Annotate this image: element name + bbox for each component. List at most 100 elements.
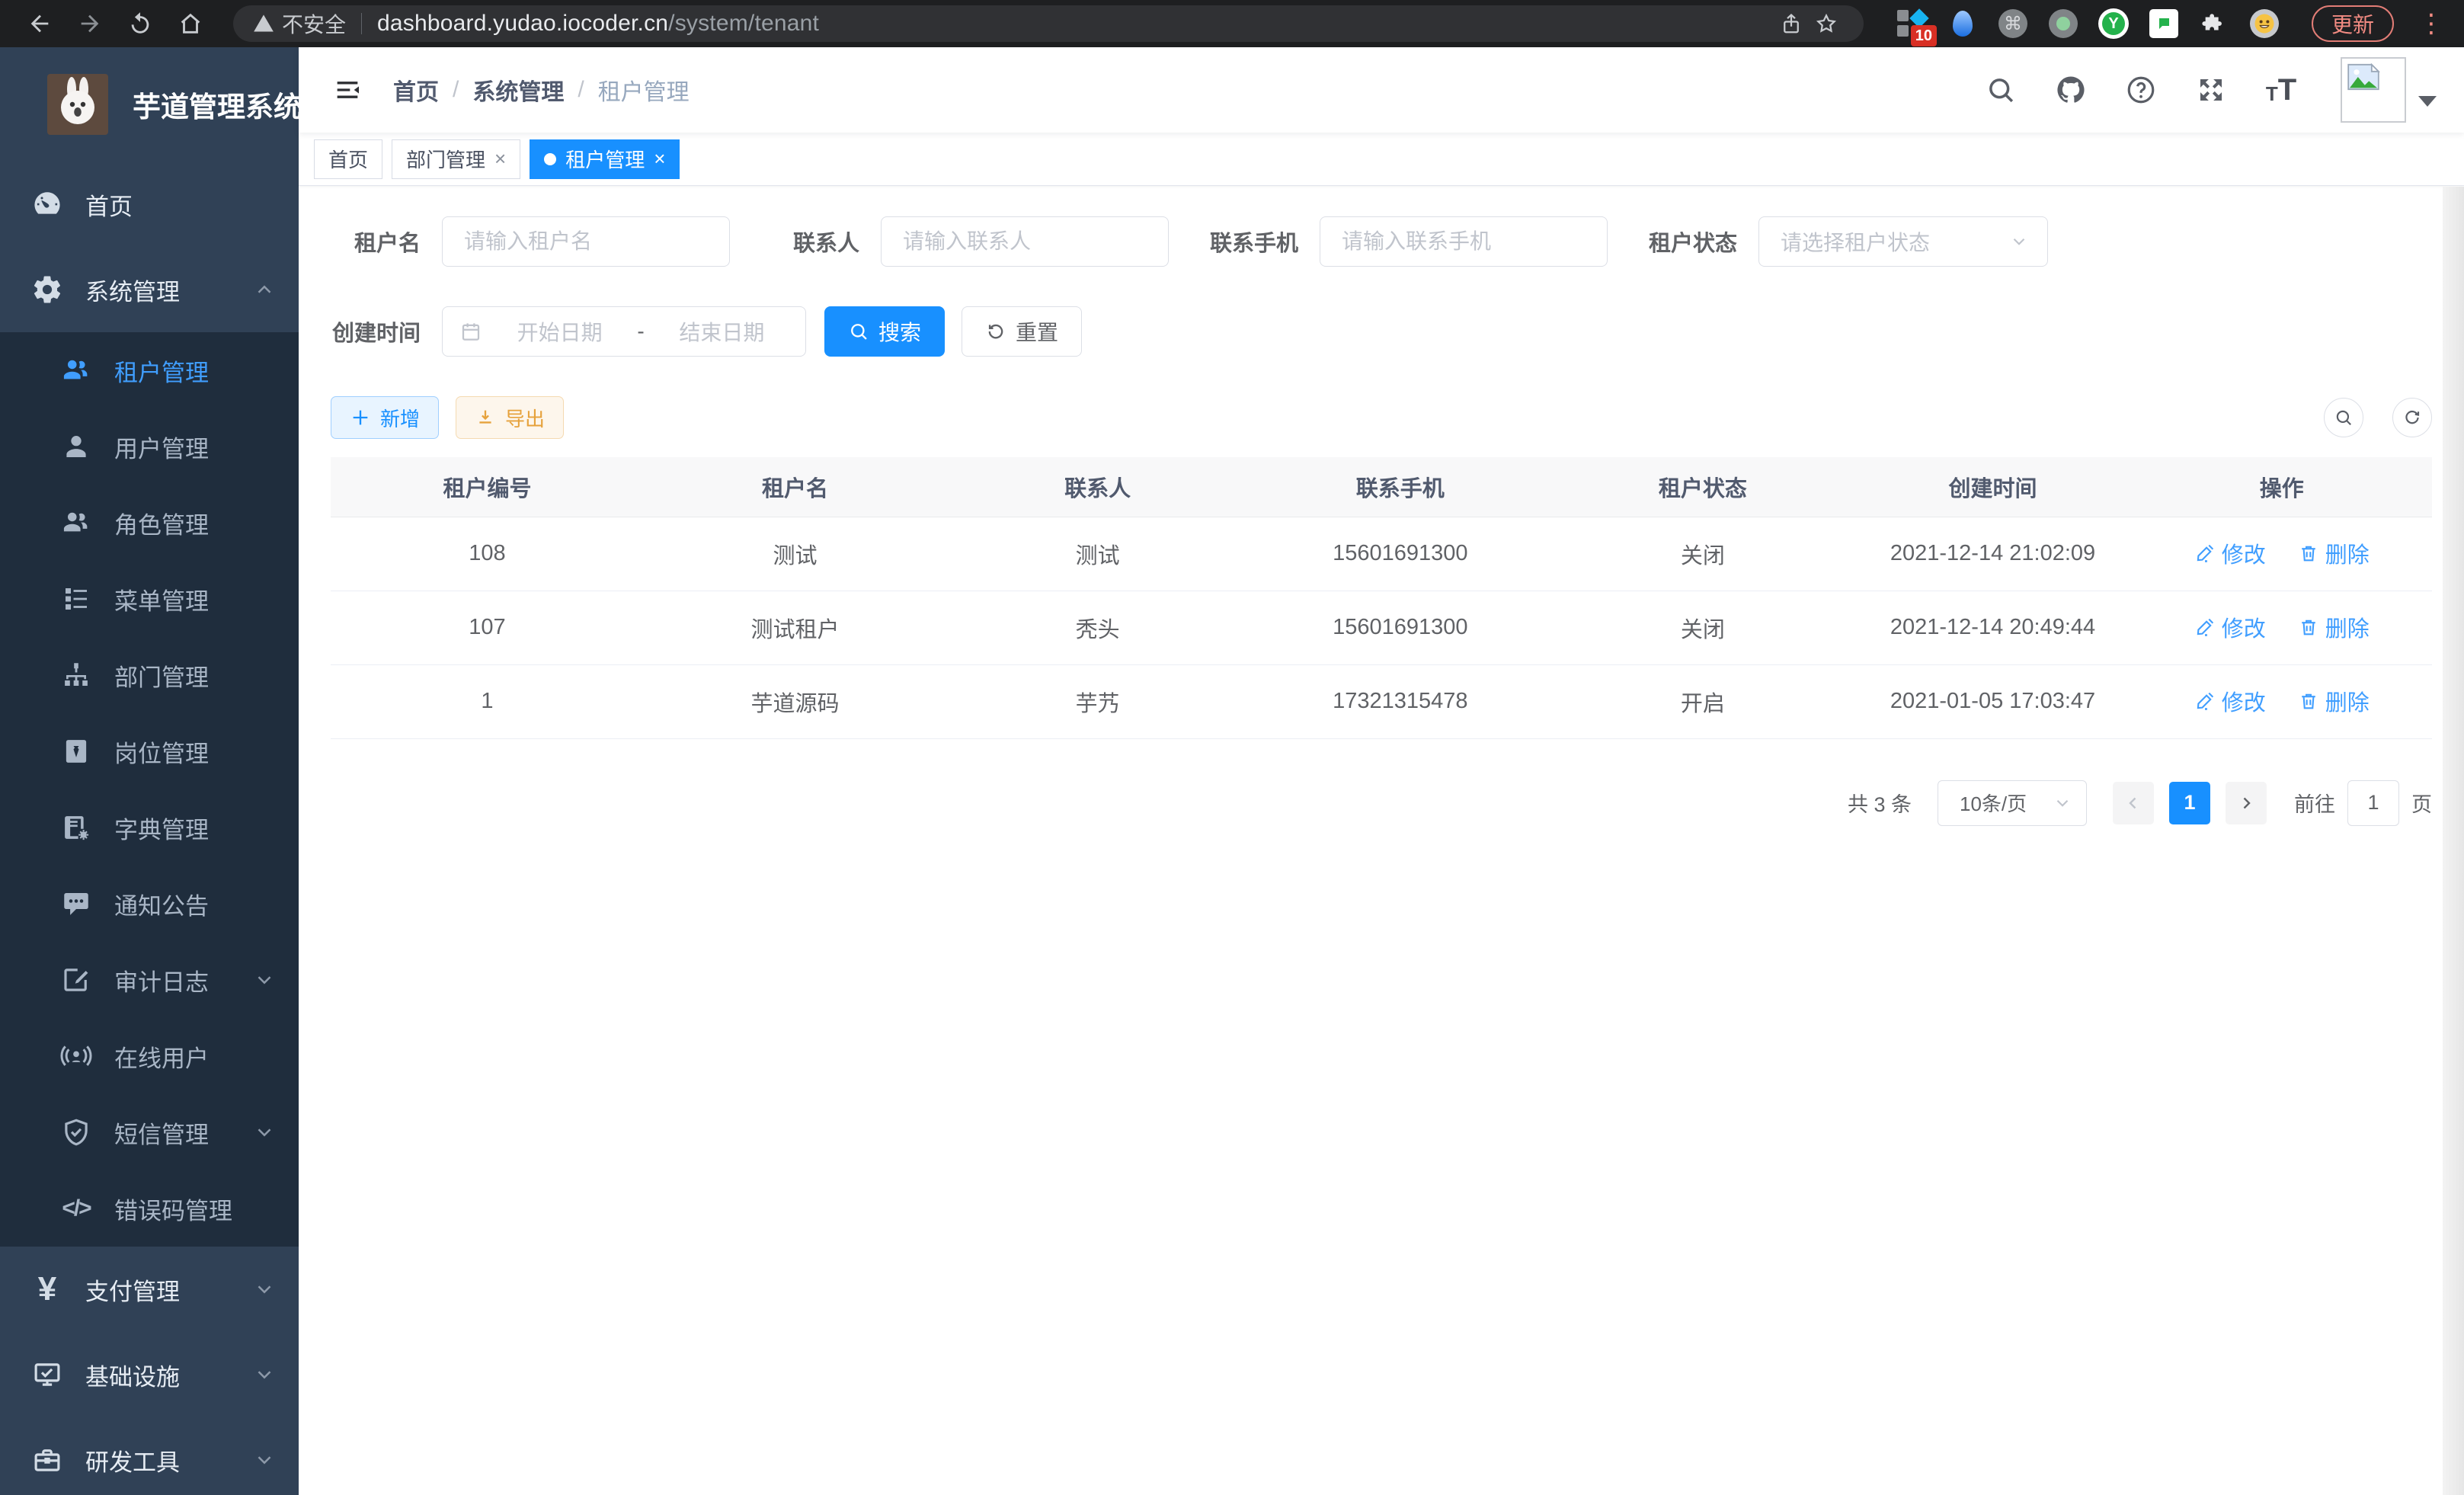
prev-page-button[interactable] <box>2113 782 2154 824</box>
export-button[interactable]: 导出 <box>456 396 564 439</box>
close-icon[interactable]: × <box>494 147 506 171</box>
sidebar-item-home[interactable]: 首页 <box>0 162 299 247</box>
extension-yudao-icon[interactable]: Y <box>2098 8 2129 39</box>
sidebar-item-dict[interactable]: 字典管理 <box>0 789 299 866</box>
refresh-table-button[interactable] <box>2392 398 2432 437</box>
bookmark-star-icon[interactable] <box>1809 6 1844 41</box>
address-bar[interactable]: 不安全 dashboard.yudao.iocoder.cn/system/te… <box>233 5 1864 42</box>
goto-label: 前往 <box>2294 788 2335 818</box>
browser-update-button[interactable]: 更新 <box>2312 5 2394 42</box>
edit-link[interactable]: 修改 <box>2194 537 2266 569</box>
browser-back-icon[interactable] <box>20 4 59 43</box>
contact-label: 联系人 <box>770 226 859 258</box>
sidebar-item-devtools[interactable]: 研发工具 <box>0 1417 299 1495</box>
sidebar-item-tenant[interactable]: 租户管理 <box>0 332 299 408</box>
trash-icon <box>2298 543 2319 564</box>
tag-tenant[interactable]: 租户管理× <box>530 139 680 179</box>
tenant-name-label: 租户名 <box>331 226 421 258</box>
font-size-icon[interactable]: TT <box>2263 72 2299 108</box>
sidebar-item-dept[interactable]: 部门管理 <box>0 637 299 713</box>
delete-link[interactable]: 删除 <box>2298 537 2370 569</box>
table-header-row: 租户编号 租户名 联系人 联系手机 租户状态 创建时间 操作 <box>331 457 2432 517</box>
chevron-down-icon <box>253 1121 276 1144</box>
header-search-icon[interactable] <box>1982 72 2019 108</box>
sidebar-toggle-icon[interactable] <box>326 69 369 111</box>
share-icon[interactable] <box>1774 6 1809 41</box>
system-submenu: 租户管理 用户管理 角色管理 菜单管理 部门管理 岗位管理 <box>0 332 299 1247</box>
edit-link[interactable]: 修改 <box>2194 611 2266 643</box>
add-button[interactable]: 新增 <box>331 396 439 439</box>
extension-grid-icon[interactable]: 10 <box>1897 8 1928 39</box>
tenant-name-input[interactable] <box>442 216 730 267</box>
sidebar-item-pay[interactable]: ¥ 支付管理 <box>0 1247 299 1332</box>
extension-puzzle-icon[interactable] <box>2199 8 2229 39</box>
status-value: 开启 <box>1551 664 1854 738</box>
tag-home[interactable]: 首页 <box>314 139 382 179</box>
sidebar-item-notice[interactable]: 通知公告 <box>0 866 299 942</box>
edit-icon <box>2194 616 2216 638</box>
scrollbar-track[interactable] <box>2443 187 2464 1495</box>
sidebar-item-error-code[interactable]: </> 错误码管理 <box>0 1170 299 1247</box>
goto-page-input[interactable] <box>2347 780 2399 826</box>
help-icon[interactable] <box>2123 72 2159 108</box>
table-row: 108 测试 测试 15601691300 关闭 2021-12-14 21:0… <box>331 517 2432 591</box>
extension-balloon-icon[interactable] <box>1947 8 1978 39</box>
sidebar-item-user[interactable]: 用户管理 <box>0 408 299 485</box>
extension-green-dot-icon[interactable] <box>2048 8 2078 39</box>
monitor-icon <box>29 1356 66 1393</box>
sidebar-item-sms[interactable]: 短信管理 <box>0 1094 299 1170</box>
page-size-select[interactable]: 10条/页 <box>1938 780 2087 826</box>
sidebar-item-audit-log[interactable]: 审计日志 <box>0 942 299 1018</box>
browser-menu-icon[interactable]: ⋮ <box>2418 8 2444 39</box>
page-number-1[interactable]: 1 <box>2169 782 2210 824</box>
breadcrumb-system[interactable]: 系统管理 <box>472 73 564 107</box>
sidebar-item-online-user[interactable]: 在线用户 <box>0 1018 299 1094</box>
extension-command-icon[interactable]: ⌘ <box>1998 8 2028 39</box>
edit-link[interactable]: 修改 <box>2194 685 2266 717</box>
browser-forward-icon[interactable] <box>70 4 110 43</box>
contact-input[interactable] <box>881 216 1169 267</box>
sidebar-item-system[interactable]: 系统管理 <box>0 247 299 332</box>
sidebar-item-post[interactable]: 岗位管理 <box>0 713 299 789</box>
end-date-placeholder: 结束日期 <box>655 316 789 347</box>
sidebar-item-menu[interactable]: 菜单管理 <box>0 561 299 637</box>
toolbox-icon <box>29 1442 66 1478</box>
edit-icon <box>2194 690 2216 712</box>
github-icon[interactable] <box>2053 72 2089 108</box>
toggle-search-button[interactable] <box>2324 398 2363 437</box>
start-date-placeholder: 开始日期 <box>493 316 626 347</box>
user-avatar-dropdown[interactable] <box>2341 57 2437 123</box>
search-icon <box>848 321 869 342</box>
table-row: 107 测试租户 秃头 15601691300 关闭 2021-12-14 20… <box>331 591 2432 664</box>
sidebar-item-infra[interactable]: 基础设施 <box>0 1332 299 1417</box>
download-icon <box>475 407 496 428</box>
sidebar-logo[interactable]: 芋道管理系统 <box>0 47 299 162</box>
mobile-input[interactable] <box>1320 216 1608 267</box>
not-secure-warning[interactable]: 不安全 <box>253 8 346 39</box>
filter-mobile: 联系手机 <box>1208 216 1608 267</box>
close-icon[interactable]: × <box>654 147 665 171</box>
next-page-button[interactable] <box>2226 782 2267 824</box>
reset-button[interactable]: 重置 <box>962 306 1082 357</box>
extension-emoji-icon[interactable] <box>2249 8 2280 39</box>
breadcrumb-home[interactable]: 首页 <box>393 73 439 107</box>
tag-dept[interactable]: 部门管理× <box>392 139 520 179</box>
breadcrumb: 首页 / 系统管理 / 租户管理 <box>393 73 690 107</box>
sidebar-item-role[interactable]: 角色管理 <box>0 485 299 561</box>
page-url[interactable]: dashboard.yudao.iocoder.cn/system/tenant <box>377 11 819 37</box>
refresh-icon <box>2402 408 2422 427</box>
sidebar: 芋道管理系统 首页 系统管理 租户管理 用户管理 角色管理 <box>0 47 299 1495</box>
chat-icon <box>58 885 94 922</box>
status-select[interactable]: 请选择租户状态 <box>1758 216 2048 267</box>
delete-link[interactable]: 删除 <box>2298 611 2370 643</box>
extension-chat-icon[interactable] <box>2149 8 2179 39</box>
filter-contact: 联系人 <box>770 216 1169 267</box>
date-range-picker[interactable]: 开始日期 - 结束日期 <box>442 306 806 357</box>
fullscreen-icon[interactable] <box>2193 72 2229 108</box>
delete-link[interactable]: 删除 <box>2298 685 2370 717</box>
filter-status: 租户状态 请选择租户状态 <box>1647 216 2048 267</box>
browser-reload-icon[interactable] <box>120 4 160 43</box>
chevron-up-icon <box>253 278 276 301</box>
search-button[interactable]: 搜索 <box>824 306 945 357</box>
browser-home-icon[interactable] <box>171 4 210 43</box>
